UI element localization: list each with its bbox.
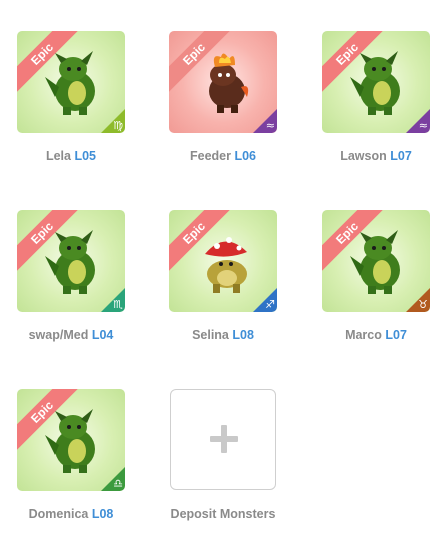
zodiac-badge: ♏ — [101, 288, 125, 312]
monster-name: Feeder — [189, 149, 231, 163]
sagittarius-icon: ♐ — [265, 298, 275, 311]
deposit-monsters-label[interactable]: Deposit Monsters — [150, 507, 296, 521]
monster-label: swap/Med L04 — [0, 328, 142, 342]
dragon-monster-icon — [45, 409, 95, 473]
zodiac-badge: ♍ — [101, 109, 125, 133]
scorpio-icon: ♏ — [113, 298, 123, 311]
monster-level: L08 — [91, 507, 114, 521]
zodiac-badge: ≈ — [253, 109, 277, 133]
monster-label: Lela L05 — [0, 149, 142, 163]
monster-name: Lawson — [340, 149, 387, 163]
zodiac-badge: ♐ — [253, 288, 277, 312]
deposit-monsters-button[interactable] — [170, 389, 276, 490]
monster-label: Marco L07 — [305, 328, 441, 342]
zodiac-badge: ≈ — [406, 109, 430, 133]
monster-name: Selina — [192, 328, 229, 342]
dragon-monster-icon — [45, 51, 95, 115]
monster-level: L04 — [91, 328, 114, 342]
monster-name: swap/Med — [28, 328, 89, 342]
zodiac-badge: ♎ — [101, 467, 125, 491]
monster-label: Feeder L06 — [152, 149, 294, 163]
monster-card[interactable]: Epic ♐ — [169, 210, 277, 312]
dragon-monster-icon — [350, 51, 400, 115]
dragon-monster-icon — [45, 230, 95, 294]
zodiac-badge: ♉ — [406, 288, 430, 312]
monster-card[interactable]: Epic ♏ — [17, 210, 125, 312]
dragon-monster-icon — [350, 230, 400, 294]
monster-card[interactable]: Epic ≈ — [169, 31, 277, 133]
virgo-icon: ♍ — [113, 119, 123, 132]
aquarius-icon: ≈ — [418, 119, 428, 132]
monster-card[interactable]: Epic ♎ — [17, 389, 125, 491]
monster-level: L08 — [232, 328, 254, 342]
monster-card[interactable]: Epic ♍ — [17, 31, 125, 133]
taurus-icon: ♉ — [418, 298, 428, 311]
libra-icon: ♎ — [113, 477, 123, 490]
monster-level: L07 — [390, 149, 412, 163]
monster-card[interactable]: Epic ≈ — [322, 31, 430, 133]
monster-label: Domenica L08 — [0, 507, 142, 521]
mushroom-monster-icon — [205, 237, 247, 293]
monster-name: Domenica — [28, 507, 89, 521]
monster-level: L07 — [385, 328, 407, 342]
monster-level: L05 — [74, 149, 97, 163]
monster-label: Selina L08 — [152, 328, 294, 342]
monster-name: Marco — [345, 328, 382, 342]
monster-name: Lela — [45, 149, 71, 163]
aquarius-icon: ≈ — [265, 119, 275, 132]
monster-card[interactable]: Epic ♉ — [322, 210, 430, 312]
fire-beast-monster-icon — [209, 53, 249, 113]
monster-level: L06 — [234, 149, 257, 163]
monster-label: Lawson L07 — [305, 149, 441, 163]
monster-grid: Epic ♍ Lela L05 Epic ≈ Feeder L06 Epic ≈… — [0, 0, 441, 537]
